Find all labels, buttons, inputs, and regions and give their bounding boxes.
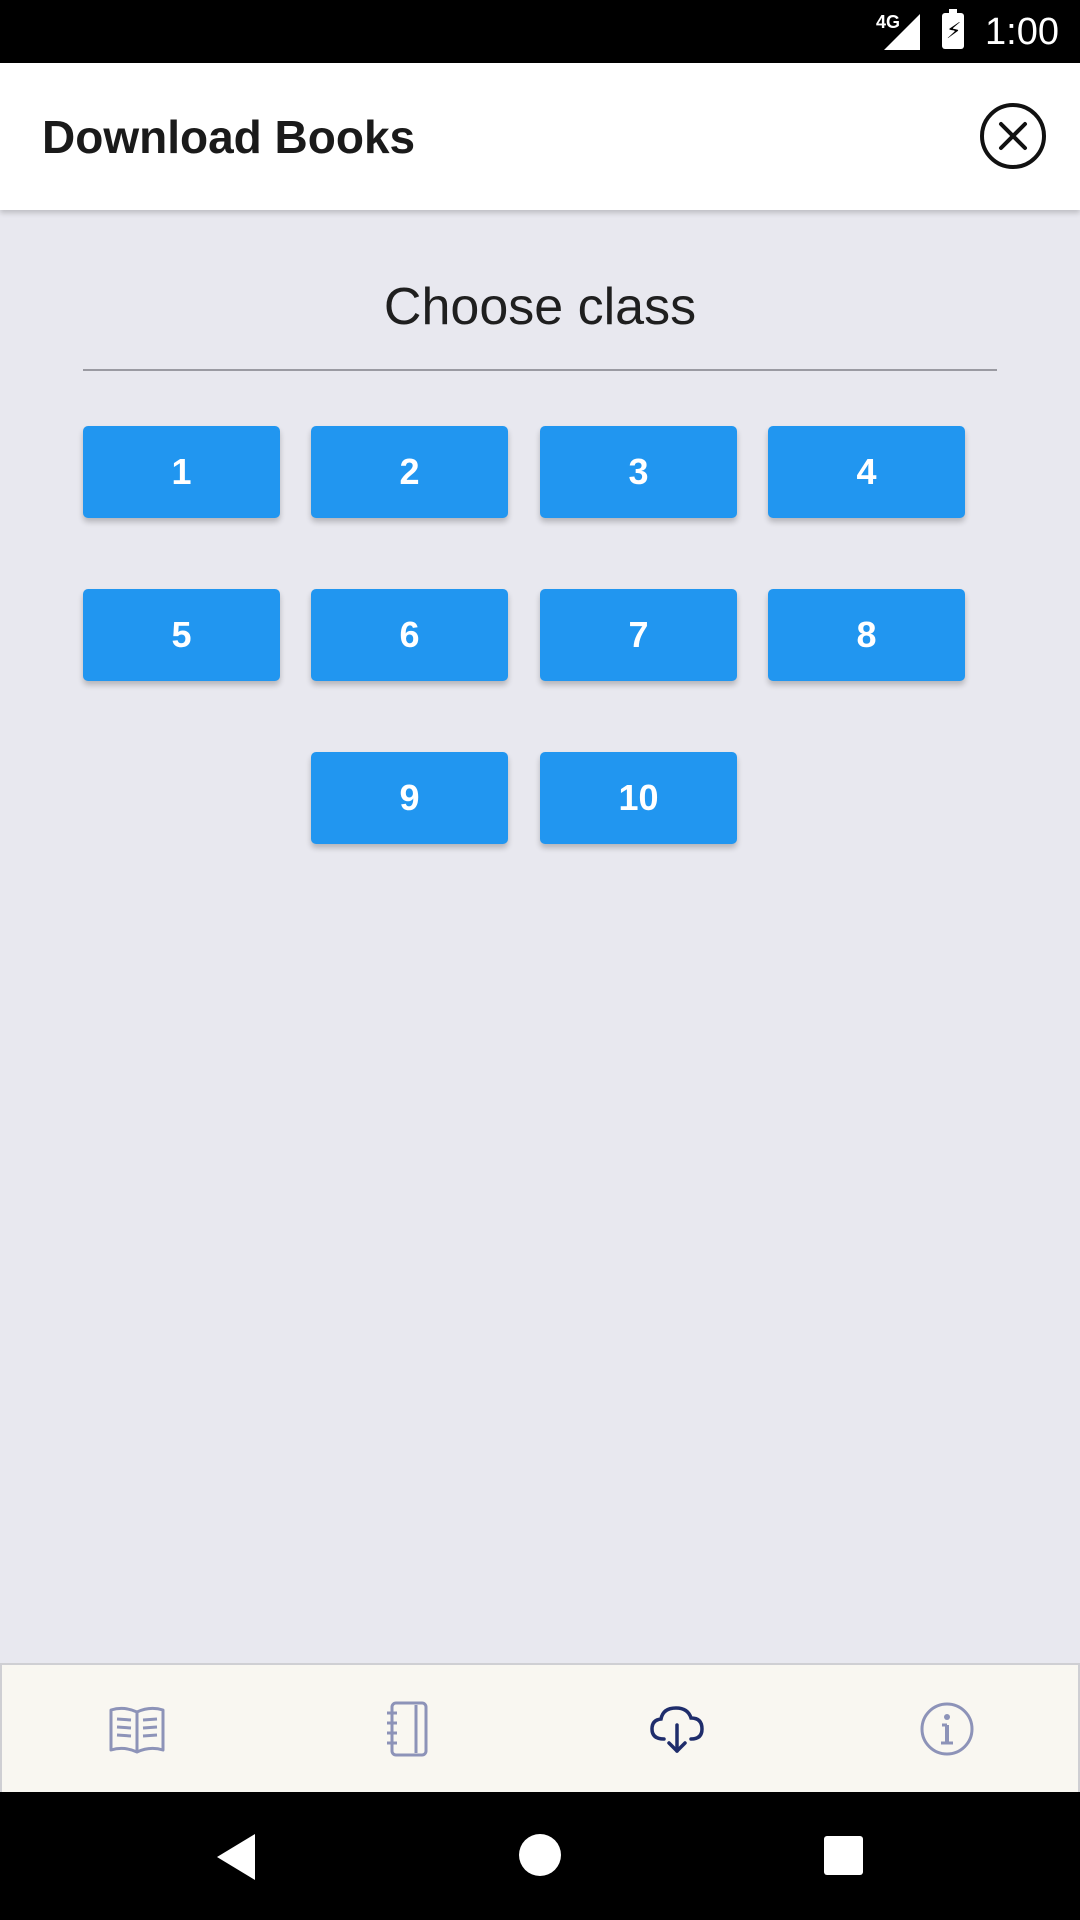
class-button-10[interactable]: 10 [540, 752, 737, 844]
class-button-2[interactable]: 2 [311, 426, 508, 518]
class-button-4[interactable]: 4 [768, 426, 965, 518]
class-button-6[interactable]: 6 [311, 589, 508, 681]
app-header: Download Books [0, 63, 1080, 210]
class-button-9[interactable]: 9 [311, 752, 508, 844]
recents-icon[interactable] [824, 1836, 863, 1875]
bolt-icon: ⚡ [946, 18, 962, 43]
class-button-3[interactable]: 3 [540, 426, 737, 518]
nav-item-books[interactable] [2, 1665, 272, 1792]
open-book-icon [109, 1706, 165, 1753]
class-button-5[interactable]: 5 [83, 589, 280, 681]
bottom-nav [0, 1663, 1080, 1792]
cloud-download-icon [650, 1705, 704, 1753]
home-icon[interactable] [519, 1834, 561, 1876]
nav-item-notebook[interactable] [272, 1665, 542, 1792]
class-button-7[interactable]: 7 [540, 589, 737, 681]
status-time: 1:00 [985, 11, 1059, 53]
class-button-1[interactable]: 1 [83, 426, 280, 518]
section-title: Choose class [383, 278, 697, 336]
class-button-8[interactable]: 8 [768, 589, 965, 681]
status-bar: 4G ⚡ 1:00 [0, 0, 1080, 63]
nav-item-download[interactable] [542, 1665, 812, 1792]
close-icon [999, 122, 1027, 150]
section-divider [83, 369, 997, 371]
signal-icon [884, 14, 920, 50]
close-button[interactable] [980, 103, 1046, 169]
info-icon [920, 1702, 974, 1755]
notebook-icon [387, 1701, 428, 1756]
back-icon[interactable] [217, 1834, 255, 1880]
system-nav-bar [0, 1792, 1080, 1920]
page-title: Download Books [42, 111, 416, 163]
nav-item-info[interactable] [812, 1665, 1080, 1792]
